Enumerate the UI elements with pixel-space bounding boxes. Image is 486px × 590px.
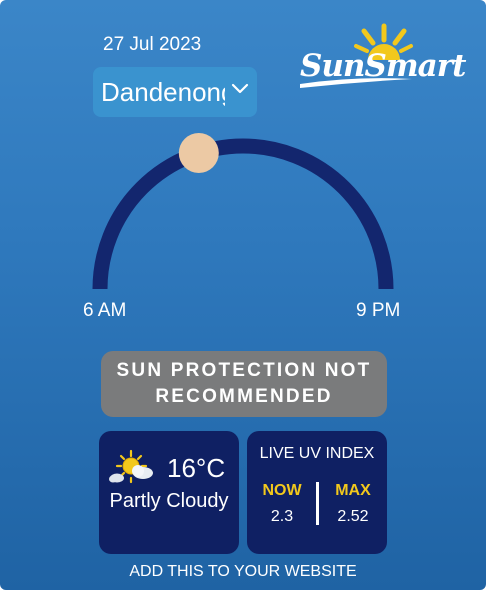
weather-condition: Partly Cloudy [109, 490, 229, 512]
temperature-value: 16°C [167, 453, 226, 483]
sun-track-arc [92, 138, 394, 290]
uv-max-group: MAX 2.52 [323, 482, 383, 526]
partly-cloudy-icon [109, 449, 153, 484]
uv-now-group: NOW 2.3 [252, 482, 312, 526]
sun-track [92, 133, 394, 290]
sunrise-time-label: 6 AM [83, 300, 127, 321]
uv-index-card: LIVE UV INDEX NOW 2.3 MAX 2.52 [247, 431, 387, 554]
add-to-website-link[interactable]: ADD THIS TO YOUR WEBSITE [0, 563, 486, 581]
uv-divider [316, 482, 319, 525]
sun-position-marker [178, 133, 219, 173]
uv-widget: 27 Jul 2023 Dandenong SunSmart 6 AM 9 PM… [0, 0, 486, 590]
uv-now-label: NOW [262, 482, 302, 499]
uv-now-value: 2.3 [270, 508, 294, 525]
uv-index-title: LIVE UV INDEX [259, 445, 375, 462]
protection-status-badge: SUN PROTECTION NOT RECOMMENDED [101, 351, 387, 417]
uv-max-value: 2.52 [337, 508, 369, 525]
uv-max-label: MAX [335, 482, 371, 499]
weather-card: 16°C Partly Cloudy [99, 431, 239, 554]
protection-status-text: SUN PROTECTION NOT RECOMMENDED [116, 360, 372, 407]
sunset-time-label: 9 PM [356, 300, 401, 321]
